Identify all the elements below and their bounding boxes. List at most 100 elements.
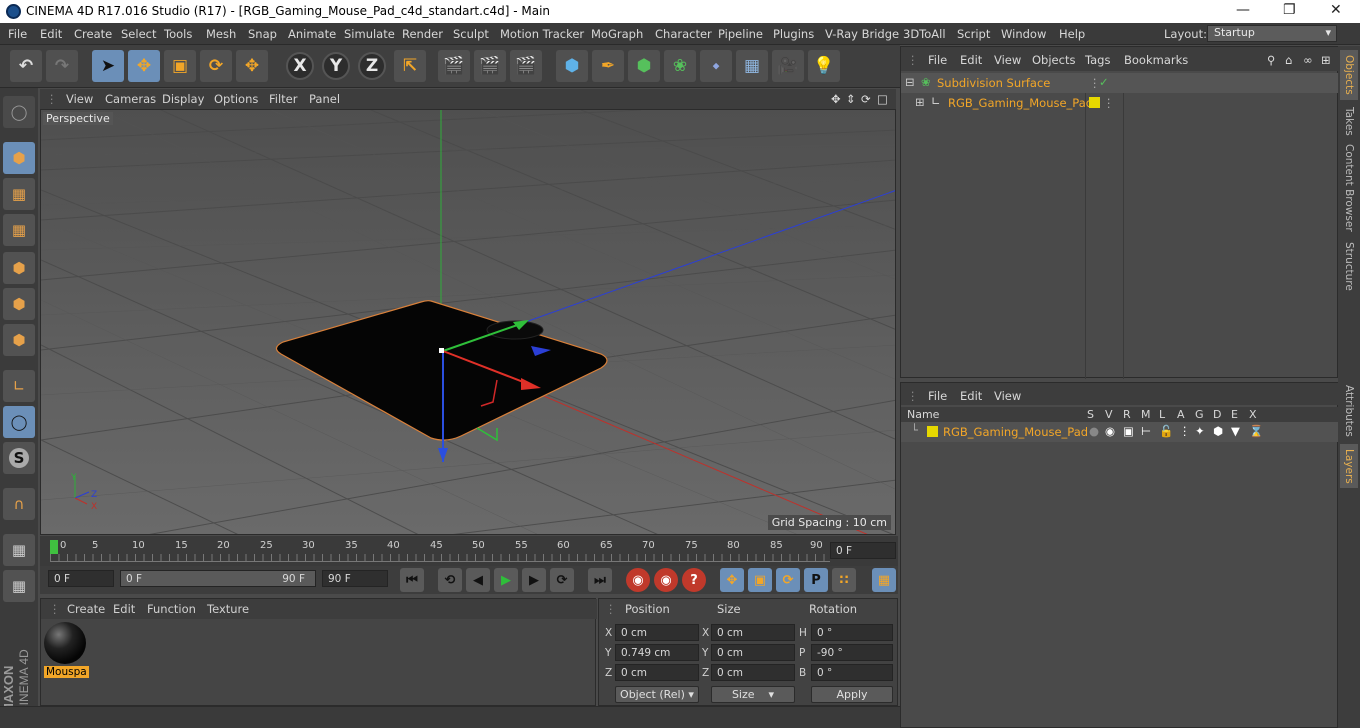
points-mode-button[interactable]: ⬢ xyxy=(3,252,35,284)
pen-spline-button[interactable]: ✒ xyxy=(592,50,624,82)
move-tool-button[interactable]: ✥ xyxy=(128,50,160,82)
size-x-field[interactable]: 0 cm xyxy=(711,624,795,641)
live-selection-button[interactable]: ➤ xyxy=(92,50,124,82)
menu-create[interactable]: Create xyxy=(74,27,112,41)
deformer-button[interactable]: ⬩ xyxy=(700,50,732,82)
viewport-menu-cameras[interactable]: Cameras xyxy=(105,92,156,106)
object-name[interactable]: Subdivision Surface xyxy=(937,76,1050,90)
play-button[interactable]: ▶ xyxy=(494,568,518,592)
y-axis-lock-button[interactable]: Y xyxy=(322,52,350,80)
menu-mograph[interactable]: MoGraph xyxy=(591,27,643,41)
position-y-field[interactable]: 0.749 cm xyxy=(615,644,699,661)
tab-objects[interactable]: Objects xyxy=(1340,50,1358,100)
keyframe-selection-button[interactable]: ? xyxy=(682,568,706,592)
current-frame-field[interactable]: 0 F xyxy=(830,542,896,559)
col-name[interactable]: Name xyxy=(907,408,939,421)
layers-menu-view[interactable]: View xyxy=(994,389,1021,403)
tree-row-subdivision-surface[interactable]: ⊟ ❀ Subdivision Surface ⋮ ✓ xyxy=(901,73,1339,93)
layers-menu-edit[interactable]: Edit xyxy=(960,389,982,403)
tree-row-mouse-pad[interactable]: ⊞ ∟ RGB_Gaming_Mouse_Pad ⋮ xyxy=(901,93,1339,113)
col-render[interactable]: R xyxy=(1123,408,1131,421)
render-view-button[interactable]: 🎬 xyxy=(438,50,470,82)
light-button[interactable]: 💡 xyxy=(808,50,840,82)
menu-render[interactable]: Render xyxy=(402,27,443,41)
menu-simulate[interactable]: Simulate xyxy=(344,27,395,41)
search-icon[interactable]: ⚲ xyxy=(1267,53,1275,67)
link-icon[interactable]: ∞ xyxy=(1303,53,1313,67)
auto-key-button[interactable]: ◉ xyxy=(654,568,678,592)
col-expressions[interactable]: E xyxy=(1231,408,1238,421)
viewport-menu-panel[interactable]: Panel xyxy=(309,92,340,106)
minimize-icon[interactable]: — xyxy=(1236,2,1250,18)
render-clapper-icon[interactable]: ▣ xyxy=(1123,424,1134,438)
viewport-menu-view[interactable]: View xyxy=(66,92,93,106)
tab-content-browser[interactable]: Content Browser xyxy=(1340,142,1358,234)
menu-edit[interactable]: Edit xyxy=(40,27,62,41)
next-frame-button[interactable]: ▶ xyxy=(522,568,546,592)
key-scale-button[interactable]: ▣ xyxy=(748,568,772,592)
redo-button[interactable]: ↷ xyxy=(46,50,78,82)
col-view[interactable]: V xyxy=(1105,408,1113,421)
texture-mode-button[interactable]: ▦ xyxy=(3,178,35,210)
menu-3dtoall[interactable]: 3DToAll xyxy=(903,27,946,41)
render-settings-button[interactable]: 🎬 xyxy=(510,50,542,82)
axis-mode-button[interactable]: ∟ xyxy=(3,370,35,402)
material-menu-create[interactable]: Create xyxy=(67,602,105,616)
menu-select[interactable]: Select xyxy=(121,27,156,41)
col-xref[interactable]: X xyxy=(1249,408,1257,421)
rotation-h-field[interactable]: 0 ° xyxy=(811,624,893,641)
material-menu-texture[interactable]: Texture xyxy=(207,602,249,616)
material-menu-function[interactable]: Function xyxy=(147,602,196,616)
menu-snap[interactable]: Snap xyxy=(248,27,277,41)
start-frame-field[interactable]: 0 F xyxy=(48,570,114,587)
tab-structure[interactable]: Structure xyxy=(1340,238,1358,294)
size-y-field[interactable]: 0 cm xyxy=(711,644,795,661)
expression-icon[interactable]: ▼ xyxy=(1231,424,1240,438)
record-keys-button[interactable]: ◉ xyxy=(626,568,650,592)
model-mode-button[interactable]: ⬢ xyxy=(3,142,35,174)
go-to-start-button[interactable]: ⏮ xyxy=(400,568,424,592)
menu-motion-tracker[interactable]: Motion Tracker xyxy=(500,27,584,41)
make-editable-button[interactable]: ◯ xyxy=(3,96,35,128)
camera-label[interactable]: Perspective xyxy=(43,112,113,125)
rotation-b-field[interactable]: 0 ° xyxy=(811,664,893,681)
objects-menu-edit[interactable]: Edit xyxy=(960,53,982,67)
objects-menu-bookmarks[interactable]: Bookmarks xyxy=(1124,53,1188,67)
menu-file[interactable]: File xyxy=(8,27,27,41)
objects-menu-objects[interactable]: Objects xyxy=(1032,53,1075,67)
timeline-ruler[interactable]: 0 5 10 15 20 25 30 35 40 45 50 55 60 65 … xyxy=(40,536,898,566)
object-name[interactable]: RGB_Gaming_Mouse_Pad xyxy=(948,96,1093,110)
generator-icon[interactable]: ✦ xyxy=(1195,424,1205,438)
menu-tools[interactable]: Tools xyxy=(164,27,192,41)
position-x-field[interactable]: 0 cm xyxy=(615,624,699,641)
enabled-check-icon[interactable]: ✓ xyxy=(1099,75,1109,89)
eye-icon[interactable]: ◉ xyxy=(1105,424,1115,438)
viewport-rotate-icon[interactable]: ⟳ xyxy=(861,92,871,106)
size-z-field[interactable]: 0 cm xyxy=(711,664,795,681)
col-manager[interactable]: M xyxy=(1141,408,1151,421)
snap-button[interactable]: ∩ xyxy=(3,488,35,520)
viewport-move-icon[interactable]: ✥ xyxy=(831,92,841,106)
menu-vray-bridge[interactable]: V-Ray Bridge xyxy=(825,27,899,41)
maximize-icon[interactable]: ❐ xyxy=(1283,2,1296,18)
edges-mode-button[interactable]: ⬢ xyxy=(3,288,35,320)
layers-menu-file[interactable]: File xyxy=(928,389,947,403)
apply-button[interactable]: Apply xyxy=(811,686,893,703)
rotate-tool-button[interactable]: ⟳ xyxy=(200,50,232,82)
camera-button[interactable]: 🎥 xyxy=(772,50,804,82)
menu-sculpt[interactable]: Sculpt xyxy=(453,27,489,41)
key-rotation-button[interactable]: ⟳ xyxy=(776,568,800,592)
layout-select[interactable]: Startup ▾ xyxy=(1207,25,1337,42)
end-frame-field[interactable]: 90 F xyxy=(322,570,388,587)
objects-menu-file[interactable]: File xyxy=(928,53,947,67)
material-menu-edit[interactable]: Edit xyxy=(113,602,135,616)
material-swatch[interactable]: Mouspa xyxy=(44,622,89,678)
objects-menu-view[interactable]: View xyxy=(994,53,1021,67)
coordinate-system-button[interactable]: ⇱ xyxy=(394,50,426,82)
tab-takes[interactable]: Takes xyxy=(1340,104,1358,138)
cube-button[interactable]: ⬢ xyxy=(556,50,588,82)
close-icon[interactable]: ✕ xyxy=(1330,2,1342,18)
cloner-button[interactable]: ❀ xyxy=(664,50,696,82)
undo-button[interactable]: ↶ xyxy=(10,50,42,82)
frame-range-slider[interactable]: 0 F 90 F xyxy=(120,570,316,587)
